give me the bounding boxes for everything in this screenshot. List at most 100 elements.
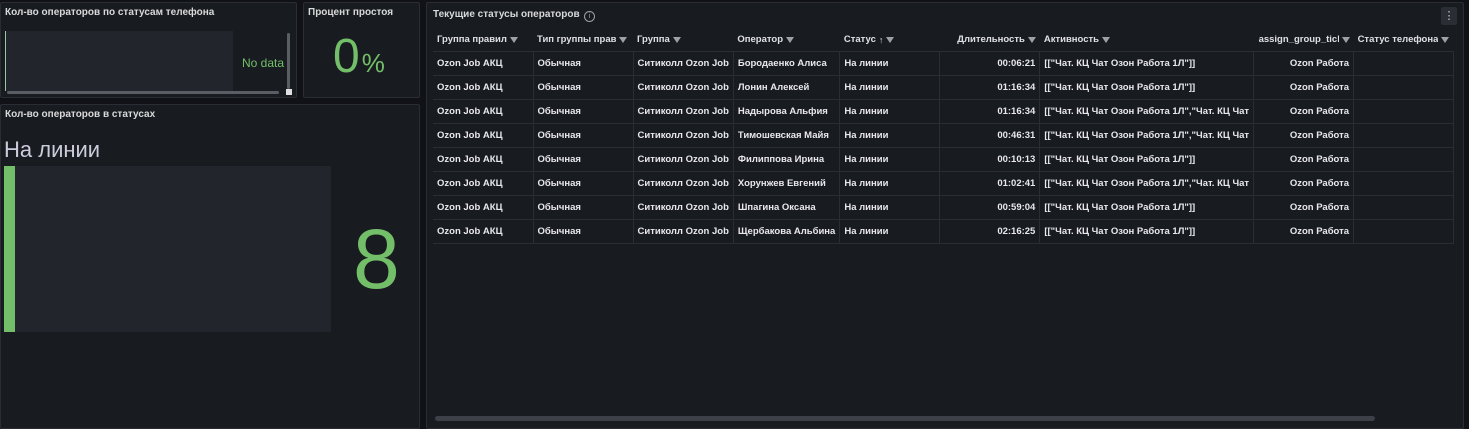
table-cell: Ozon Работа — [1253, 123, 1355, 148]
status-label: На линии — [4, 137, 101, 162]
column-header[interactable]: Статус телефона — [1353, 29, 1454, 52]
table-cell — [1353, 147, 1455, 172]
panel-title: Текущие статусы операторов — [433, 9, 580, 20]
table-cell — [1353, 195, 1455, 220]
panel-menu-button[interactable]: ⋮ — [1441, 7, 1457, 25]
column-header-label: Оператор — [737, 34, 784, 46]
table-row[interactable]: Ozon Job АКЦ Обычная Ситиколл Ozon Job Шпаг… — [433, 195, 1455, 220]
table-cell — [1353, 75, 1455, 100]
table-cell: Ситиколл Ozon Job — [633, 51, 734, 76]
column-header[interactable]: Длительность — [939, 29, 1040, 52]
table-cell: Ситиколл Ozon Job — [633, 195, 734, 220]
table-cell — [1353, 123, 1455, 148]
bar-gauge-fill — [4, 166, 15, 332]
table-cell: Ozon Job АКЦ — [433, 219, 534, 244]
table-cell: Надырова Альфия — [733, 99, 841, 124]
table-cell: [["Чат. КЦ Чат Озон Работа 1Л","Чат. КЦ … — [1039, 99, 1255, 124]
sort-asc-icon[interactable]: ↑ — [879, 35, 884, 45]
table-row[interactable]: Ozon Job АКЦ Обычная Ситиколл Ozon Job Нады… — [433, 99, 1455, 124]
filter-icon[interactable] — [1341, 36, 1350, 43]
table-cell — [1353, 99, 1455, 124]
table-cell: Ozon Job АКЦ — [433, 123, 534, 148]
graph-axis — [5, 31, 6, 91]
table-cell: Ситиколл Ozon Job — [633, 147, 734, 172]
table-cell: На линии — [839, 75, 941, 100]
table-cell: 00:10:13 — [939, 147, 1041, 172]
column-header[interactable]: Статус ↑ — [839, 29, 940, 52]
table-cell: Тимошевская Майя — [733, 123, 841, 148]
table-cell: На линии — [839, 51, 941, 76]
resize-handle[interactable] — [286, 89, 292, 95]
table-cell: [["Чат. КЦ Чат Озон Работа 1Л"]] — [1039, 195, 1255, 220]
filter-icon[interactable] — [672, 36, 681, 43]
filter-icon[interactable] — [1027, 36, 1036, 43]
table-cell: Шпагина Оксана — [733, 195, 841, 220]
table-horizontal-scrollbar[interactable] — [435, 416, 1375, 421]
table-cell: [["Чат. КЦ Чат Озон Работа 1Л","Чат. КЦ … — [1039, 123, 1255, 148]
table-row[interactable]: Ozon Job АКЦ Обычная Ситиколл Ozon Job Щерб… — [433, 219, 1455, 244]
column-header-label: Статус телефона — [1357, 34, 1438, 46]
table-cell: Бородаенко Алиса — [733, 51, 841, 76]
column-header-label: Длительность — [957, 34, 1025, 46]
table-cell: На линии — [839, 171, 941, 196]
idle-percent-panel: Процент простоя 0% — [303, 2, 420, 98]
table-cell — [1353, 219, 1455, 244]
table-cell: Обычная — [533, 171, 634, 196]
vertical-scrollbar[interactable] — [287, 33, 290, 89]
table-cell: Ситиколл Ozon Job — [633, 99, 734, 124]
panel-title: Кол-во операторов по статусам телефона — [5, 7, 215, 18]
column-header-label: Группа правил — [437, 34, 507, 46]
horizontal-scrollbar[interactable] — [7, 91, 279, 94]
table-cell: 02:16:25 — [939, 219, 1041, 244]
table-cell: Ozon Job АКЦ — [433, 195, 534, 220]
column-header[interactable]: Активность — [1039, 29, 1254, 52]
table-cell: [["Чат. КЦ Чат Озон Работа 1Л","Чат. КЦ … — [1039, 171, 1255, 196]
table-cell: [["Чат. КЦ Чат Озон Работа 1Л"]] — [1039, 147, 1255, 172]
operator-statuses-panel: Текущие статусы операторов i ⋮ Группа пр… — [426, 2, 1464, 429]
column-header[interactable]: Тип группы прав — [533, 29, 633, 52]
filter-icon[interactable] — [1101, 36, 1110, 43]
phone-status-panel: Кол-во операторов по статусам телефона N… — [0, 2, 297, 98]
table-cell: На линии — [839, 219, 941, 244]
filter-icon[interactable] — [509, 36, 518, 43]
column-header[interactable]: Группа — [633, 29, 734, 52]
column-header-label: Группа — [637, 34, 670, 46]
column-header[interactable]: Оператор — [733, 29, 840, 52]
table-row[interactable]: Ozon Job АКЦ Обычная Ситиколл Ozon Job Хору… — [433, 171, 1455, 196]
column-header[interactable]: assign_group_ticl — [1253, 29, 1354, 52]
filter-icon[interactable] — [619, 36, 628, 43]
column-header-label: Активность — [1043, 34, 1099, 46]
stat-value-container: 0% — [333, 33, 385, 81]
filter-icon[interactable] — [1440, 36, 1449, 43]
table-cell: Ситиколл Ozon Job — [633, 219, 734, 244]
column-header-label: assign_group_ticl — [1258, 34, 1339, 46]
table-cell: Хорунжев Евгений — [733, 171, 841, 196]
column-header[interactable]: Группа правил — [433, 29, 533, 52]
table-row[interactable]: Ozon Job АКЦ Обычная Ситиколл Ozon Job Фили… — [433, 147, 1455, 172]
filter-icon[interactable] — [786, 36, 795, 43]
stat-value: 0 — [333, 30, 360, 83]
table-cell — [1353, 51, 1455, 76]
filter-icon[interactable] — [886, 36, 895, 43]
table-cell: Ситиколл Ozon Job — [633, 171, 734, 196]
table-cell: Ozon Работа — [1253, 171, 1355, 196]
table-cell: Обычная — [533, 75, 634, 100]
table-cell: Ozon Работа — [1253, 51, 1355, 76]
table-cell: На линии — [839, 147, 941, 172]
table-cell: Обычная — [533, 195, 634, 220]
info-icon[interactable]: i — [584, 11, 595, 22]
table-cell: [["Чат. КЦ Чат Озон Работа 1Л"]] — [1039, 51, 1255, 76]
table-cell: Обычная — [533, 99, 634, 124]
table-cell: Обычная — [533, 147, 634, 172]
table-row[interactable]: Ozon Job АКЦ Обычная Ситиколл Ozon Job Тимо… — [433, 123, 1455, 148]
panel-title: Процент простоя — [308, 7, 394, 18]
table-cell: [["Чат. КЦ Чат Озон Работа 1Л"]] — [1039, 75, 1255, 100]
table-cell: Ozon Работа — [1253, 147, 1355, 172]
table-cell: Филиппова Ирина — [733, 147, 841, 172]
bar-gauge-value: 8 — [353, 212, 400, 306]
table-row[interactable]: Ozon Job АКЦ Обычная Ситиколл Ozon Job Боро… — [433, 51, 1455, 76]
bar-gauge-background — [4, 166, 331, 332]
column-header-label: Тип группы прав — [537, 34, 617, 46]
table-cell: [["Чат. КЦ Чат Озон Работа 1Л"]] — [1039, 219, 1255, 244]
table-row[interactable]: Ozon Job АКЦ Обычная Ситиколл Ozon Job Лони… — [433, 75, 1455, 100]
